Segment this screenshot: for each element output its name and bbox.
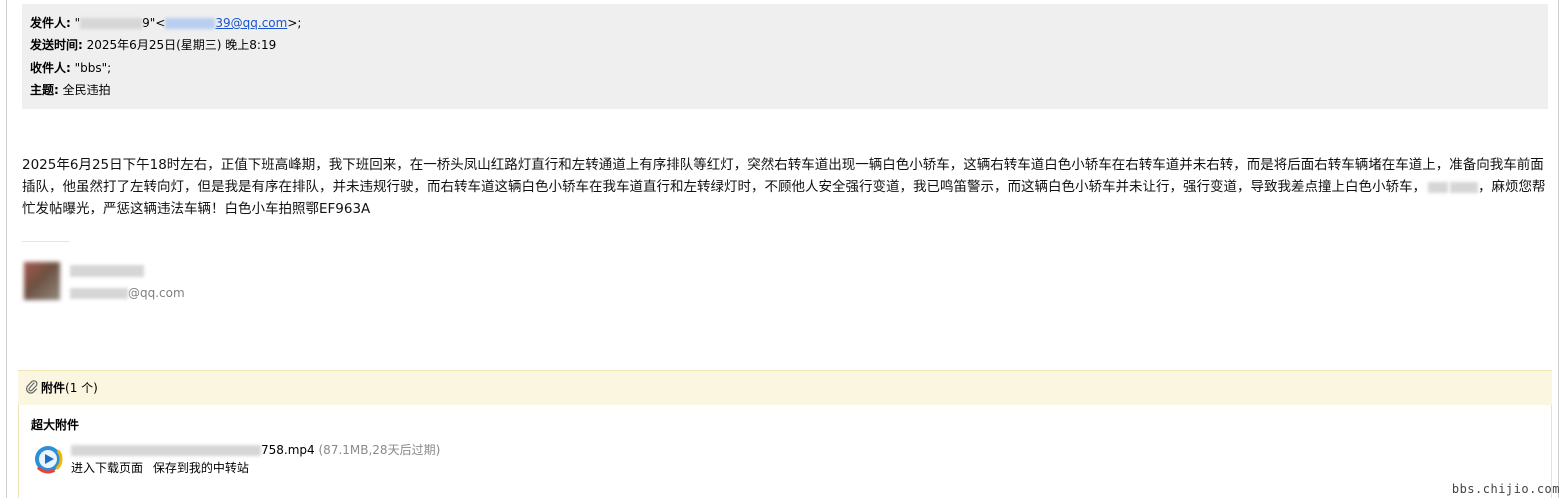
attachments-panel: 超大附件 758.mp4 (87.1MB,28天后过期) 进入下载页面 保存到我… — [18, 405, 1552, 498]
attachment-file-info: (87.1MB,28天后过期) — [318, 443, 441, 457]
attachments-count: (1 个) — [65, 381, 98, 395]
attachments-header: 附件(1 个) — [18, 370, 1552, 405]
redacted-file-name — [71, 445, 261, 456]
redacted-signature-name — [70, 265, 144, 277]
from-end: >; — [287, 16, 302, 30]
redacted-signature-email — [70, 288, 128, 299]
open-download-page-link[interactable]: 进入下载页面 — [71, 461, 143, 475]
to-row: 收件人: "bbs"; — [30, 60, 111, 76]
redacted-body-text — [1428, 181, 1448, 193]
subject-row: 主题: 全民违拍 — [30, 82, 111, 98]
subject-value: 全民违拍 — [62, 83, 111, 97]
email-body: 2025年6月25日下午18时左右，正值下班高峰期，我下班回来，在一桥头凤山红路… — [22, 154, 1552, 220]
time-row: 发送时间: 2025年6月25日(星期三) 晚上8:19 — [30, 37, 276, 53]
media-player-icon[interactable] — [33, 444, 63, 474]
redacted-sender-name — [80, 18, 143, 29]
time-label: 发送时间: — [30, 38, 83, 52]
paperclip-icon — [25, 380, 38, 398]
save-to-transfer-station-link[interactable]: 保存到我的中转站 — [153, 461, 249, 475]
signature-divider — [22, 241, 70, 242]
redacted-body-text-2 — [1450, 181, 1478, 193]
sender-email-link[interactable]: 39@qq.com — [165, 16, 287, 30]
body-text-main: 2025年6月25日下午18时左右，正值下班高峰期，我下班回来，在一桥头凤山红路… — [22, 157, 1544, 195]
to-label: 收件人: — [30, 61, 71, 75]
signature-email: @qq.com — [70, 286, 185, 300]
time-value: 2025年6月25日(星期三) 晚上8:19 — [86, 38, 277, 52]
from-name-suffix: 9"< — [142, 16, 166, 30]
attachment-actions: 进入下载页面 保存到我的中转站 — [71, 460, 249, 476]
from-row: 发件人: " 9"< 39@qq.com>; — [30, 15, 301, 31]
redacted-sender-email — [165, 18, 216, 29]
attachment-file-name[interactable]: 758.mp4 (87.1MB,28天后过期) — [71, 442, 440, 458]
from-label: 发件人: — [30, 16, 71, 30]
large-attachment-label: 超大附件 — [31, 418, 80, 432]
site-watermark: bbs.chijio.com — [1451, 482, 1560, 496]
attachments-title: 附件(1 个) — [41, 381, 98, 395]
subject-label: 主题: — [30, 83, 59, 97]
to-value[interactable]: "bbs"; — [75, 61, 112, 75]
avatar — [24, 262, 60, 300]
